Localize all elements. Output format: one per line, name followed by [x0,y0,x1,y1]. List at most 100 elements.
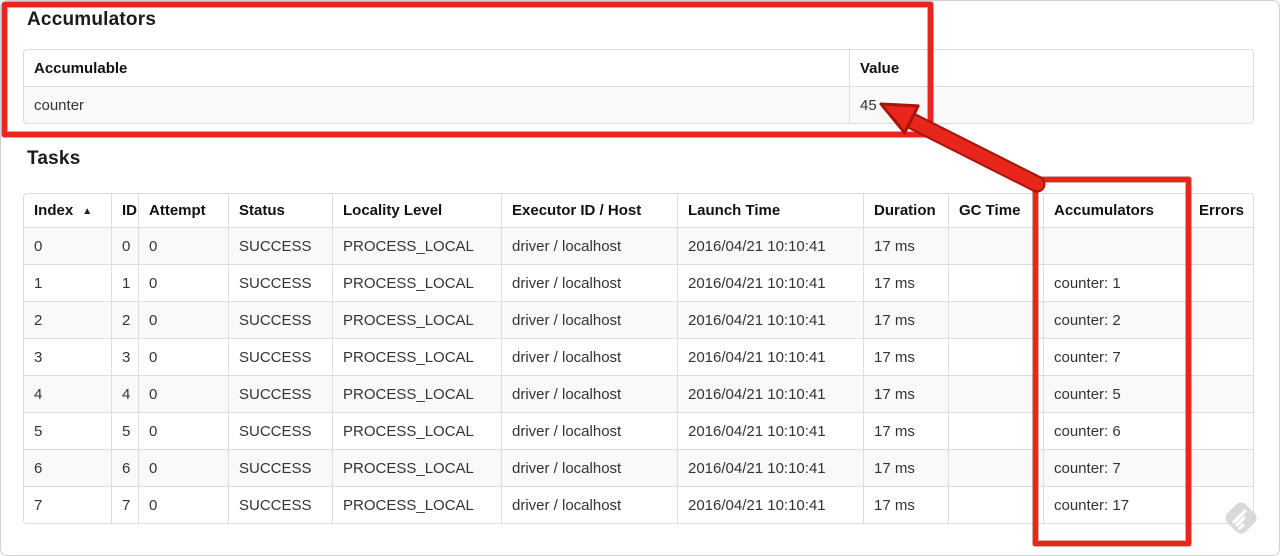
cell-launch-time: 2016/04/21 10:10:41 [677,301,863,338]
cell-gc-time [948,449,1043,486]
col-header-label: Duration [874,202,936,219]
col-header-locality-level[interactable]: Locality Level [332,194,501,227]
cell-locality-level: PROCESS_LOCAL [332,338,501,375]
cell-locality-level: PROCESS_LOCAL [332,375,501,412]
cell-index: 7 [24,486,111,523]
col-header-label: Launch Time [688,202,781,219]
col-header-label: Attempt [149,202,206,219]
cell-accumulators: counter: 2 [1043,301,1188,338]
col-header-index[interactable]: Index ▲ [24,194,111,227]
cell-attempt: 0 [138,412,228,449]
col-header-label: Errors [1199,202,1245,219]
cell-accumulators [1043,227,1188,264]
col-header-label: Status [239,202,285,219]
cell-status: SUCCESS [228,264,332,301]
cell-attempt: 0 [138,227,228,264]
cell-duration: 17 ms [863,301,948,338]
table-row: 6 6 0 SUCCESS PROCESS_LOCAL driver / localhos… [24,449,1253,486]
col-header-label: ID [122,202,137,219]
cell-locality-level: PROCESS_LOCAL [332,449,501,486]
cell-errors [1188,301,1253,338]
col-header-label: Index [34,202,74,219]
cell-executor-id-host: driver / localhost [501,486,677,523]
cell-locality-level: PROCESS_LOCAL [332,301,501,338]
cell-executor-id-host: driver / localhost [501,375,677,412]
cell-errors [1188,412,1253,449]
col-header-accumulable[interactable]: Accumulable [24,50,849,86]
table-row: 0 0 0 SUCCESS PROCESS_LOCAL driver / localhos… [24,227,1253,264]
col-header-value[interactable]: Value [849,50,1253,86]
col-header-errors[interactable]: Errors [1188,194,1253,227]
table-row: 5 5 0 SUCCESS PROCESS_LOCAL driver / localhos… [24,412,1253,449]
cell-errors [1188,264,1253,301]
cell-gc-time [948,412,1043,449]
cell-id: 6 [111,449,138,486]
tasks-table: Index ▲ ID Attempt Status Locality Level Execu… [23,193,1254,524]
cell-locality-level: PROCESS_LOCAL [332,486,501,523]
cell-duration: 17 ms [863,375,948,412]
cell-duration: 17 ms [863,486,948,523]
cell-errors [1188,449,1253,486]
cell-accumulators: counter: 7 [1043,338,1188,375]
cell-executor-id-host: driver / localhost [501,338,677,375]
cell-attempt: 0 [138,375,228,412]
col-header-duration[interactable]: Duration [863,194,948,227]
cell-accumulators: counter: 5 [1043,375,1188,412]
cell-attempt: 0 [138,449,228,486]
cell-duration: 17 ms [863,338,948,375]
col-header-status[interactable]: Status [228,194,332,227]
cell-duration: 17 ms [863,227,948,264]
cell-status: SUCCESS [228,486,332,523]
cell-executor-id-host: driver / localhost [501,301,677,338]
sort-ascending-icon: ▲ [82,206,93,217]
col-header-label: Executor ID / Host [512,202,642,219]
cell-launch-time: 2016/04/21 10:10:41 [677,375,863,412]
cell-id: 0 [111,227,138,264]
cell-status: SUCCESS [228,412,332,449]
cell-index: 2 [24,301,111,338]
cell-launch-time: 2016/04/21 10:10:41 [677,227,863,264]
cell-id: 2 [111,301,138,338]
table-row: 1 1 0 SUCCESS PROCESS_LOCAL driver / localhos… [24,264,1253,301]
cell-accumulators: counter: 6 [1043,412,1188,449]
tasks-section-heading: Tasks [27,148,81,169]
cell-gc-time [948,486,1043,523]
cell-index: 6 [24,449,111,486]
table-row: 7 7 0 SUCCESS PROCESS_LOCAL driver / localhos… [24,486,1253,523]
cell-accumulable: counter [24,86,849,123]
cell-index: 3 [24,338,111,375]
cell-launch-time: 2016/04/21 10:10:41 [677,486,863,523]
table-row: 4 4 0 SUCCESS PROCESS_LOCAL driver / localhos… [24,375,1253,412]
cell-locality-level: PROCESS_LOCAL [332,412,501,449]
col-header-gc-time[interactable]: GC Time [948,194,1043,227]
cell-launch-time: 2016/04/21 10:10:41 [677,264,863,301]
cell-accumulators: counter: 17 [1043,486,1188,523]
cell-gc-time [948,227,1043,264]
cell-id: 1 [111,264,138,301]
cell-errors [1188,486,1253,523]
col-header-label: Locality Level [343,202,443,219]
cell-attempt: 0 [138,301,228,338]
col-header-id[interactable]: ID [111,194,138,227]
cell-attempt: 0 [138,264,228,301]
cell-launch-time: 2016/04/21 10:10:41 [677,338,863,375]
cell-locality-level: PROCESS_LOCAL [332,264,501,301]
col-header-label: Value [860,59,900,77]
header-row: Accumulable Value [24,50,1253,86]
cell-index: 5 [24,412,111,449]
cell-errors [1188,338,1253,375]
cell-index: 0 [24,227,111,264]
cell-status: SUCCESS [228,449,332,486]
accumulators-table: Accumulable Value counter 45 [23,49,1254,124]
cell-locality-level: PROCESS_LOCAL [332,227,501,264]
table-row: 3 3 0 SUCCESS PROCESS_LOCAL driver / localhos… [24,338,1253,375]
col-header-launch-time[interactable]: Launch Time [677,194,863,227]
cell-executor-id-host: driver / localhost [501,449,677,486]
cell-executor-id-host: driver / localhost [501,227,677,264]
cell-duration: 17 ms [863,449,948,486]
col-header-executor-id-host[interactable]: Executor ID / Host [501,194,677,227]
col-header-accumulators[interactable]: Accumulators [1043,194,1188,227]
cell-accumulators: counter: 7 [1043,449,1188,486]
cell-launch-time: 2016/04/21 10:10:41 [677,412,863,449]
col-header-attempt[interactable]: Attempt [138,194,228,227]
